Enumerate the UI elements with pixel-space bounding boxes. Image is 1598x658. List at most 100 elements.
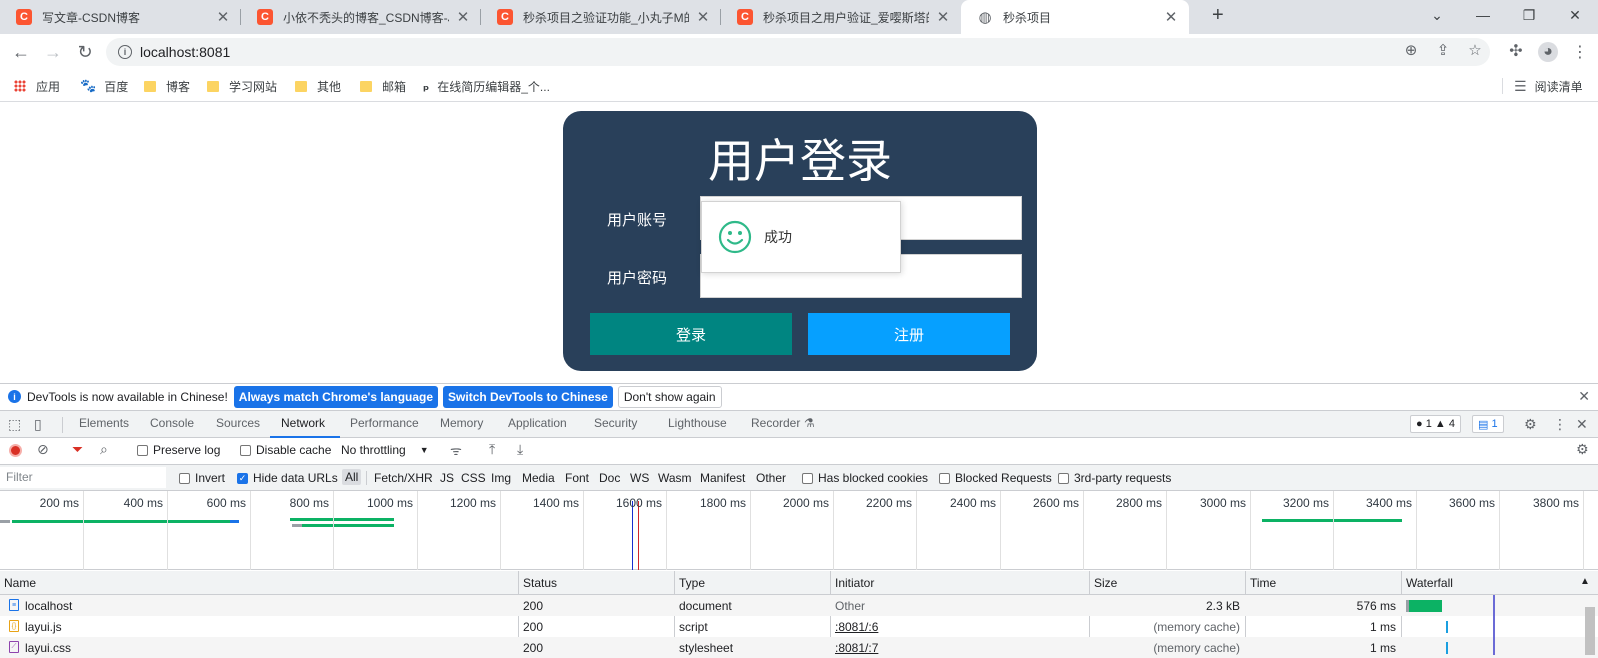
bookmark-baidu[interactable]: 🐾 百度 bbox=[80, 76, 128, 96]
tab-performance[interactable]: Performance bbox=[350, 416, 419, 430]
blocked-requests-checkbox[interactable]: Blocked Requests bbox=[939, 471, 1052, 485]
bookmark-star-icon[interactable]: ☆ bbox=[1465, 40, 1485, 60]
preserve-log-checkbox[interactable]: Preserve log bbox=[137, 443, 220, 457]
extensions-icon[interactable]: ✣ bbox=[1506, 41, 1526, 61]
close-tab-icon[interactable]: ✕ bbox=[935, 8, 951, 26]
site-info-icon[interactable]: i bbox=[118, 45, 132, 59]
invert-checkbox[interactable]: Invert bbox=[179, 471, 225, 485]
tab-search-icon[interactable]: ⌄ bbox=[1414, 0, 1460, 30]
table-row[interactable]: {} layui.js 200 script :8081/:6 (memory … bbox=[0, 616, 1598, 637]
throttling-select[interactable]: No throttling ▼ bbox=[341, 443, 429, 457]
cell-initiator[interactable]: :8081/:7 bbox=[835, 641, 878, 655]
tab-elements[interactable]: Elements bbox=[79, 416, 129, 430]
forward-icon[interactable]: → bbox=[41, 40, 65, 64]
browser-tab-1[interactable]: C 写文章-CSDN博客 ✕ bbox=[0, 0, 241, 34]
filter-type-img[interactable]: Img bbox=[491, 471, 511, 485]
column-time[interactable]: Time bbox=[1250, 576, 1276, 590]
tab-application[interactable]: Application bbox=[508, 416, 567, 430]
reload-icon[interactable]: ↻ bbox=[73, 40, 97, 64]
back-icon[interactable]: ← bbox=[9, 40, 33, 64]
browser-tab-3[interactable]: C 秒杀项目之验证功能_小丸子M的... ✕ bbox=[481, 0, 721, 34]
close-tab-icon[interactable]: ✕ bbox=[215, 8, 231, 26]
filter-type-css[interactable]: CSS bbox=[461, 471, 486, 485]
window-close-icon[interactable]: ✕ bbox=[1552, 0, 1598, 30]
profile-avatar-icon[interactable]: ◕ bbox=[1538, 42, 1558, 62]
tab-security[interactable]: Security bbox=[594, 416, 637, 430]
filter-type-other[interactable]: Other bbox=[756, 471, 786, 485]
address-bar[interactable]: i localhost:8081 bbox=[106, 38, 1490, 66]
messages-counter[interactable]: ▤ 1 bbox=[1472, 415, 1504, 433]
search-icon[interactable]: ⌕ bbox=[100, 441, 108, 458]
filter-type-manifest[interactable]: Manifest bbox=[700, 471, 745, 485]
column-initiator[interactable]: Initiator bbox=[835, 576, 874, 590]
devtools-close-icon[interactable]: ✕ bbox=[1576, 416, 1588, 433]
close-tab-icon[interactable]: ✕ bbox=[455, 8, 471, 26]
hide-data-urls-checkbox[interactable]: ✓ Hide data URLs bbox=[237, 471, 338, 485]
column-type[interactable]: Type bbox=[679, 576, 705, 590]
login-button[interactable]: 登录 bbox=[590, 313, 792, 355]
tab-network[interactable]: Network bbox=[281, 416, 325, 430]
minimize-icon[interactable]: — bbox=[1460, 0, 1506, 30]
export-har-icon[interactable]: ⤓ bbox=[517, 441, 523, 458]
filter-type-doc[interactable]: Doc bbox=[599, 471, 620, 485]
zoom-icon[interactable]: ⊕ bbox=[1401, 40, 1421, 60]
browser-tab-active[interactable]: ◍ 秒杀项目 ✕ bbox=[961, 0, 1189, 34]
more-menu-icon[interactable]: ⋮ bbox=[1570, 42, 1590, 62]
import-har-icon[interactable]: ⤒ bbox=[489, 441, 495, 458]
tab-sources[interactable]: Sources bbox=[216, 416, 260, 430]
browser-tab-4[interactable]: C 秒杀项目之用户验证_爱嘤斯塔的... ✕ bbox=[721, 0, 961, 34]
filter-type-media[interactable]: Media bbox=[522, 471, 555, 485]
settings-gear-icon[interactable]: ⚙ bbox=[1524, 416, 1537, 433]
restore-icon[interactable]: ❐ bbox=[1506, 0, 1552, 30]
browser-tab-2[interactable]: C 小依不秃头的博客_CSDN博客-J... ✕ bbox=[241, 0, 481, 34]
bookmark-apps[interactable]: 应用 bbox=[14, 76, 60, 96]
close-tab-icon[interactable]: ✕ bbox=[1163, 8, 1179, 26]
network-conditions-icon[interactable]: ᯤ bbox=[450, 441, 462, 459]
close-tab-icon[interactable]: ✕ bbox=[695, 8, 711, 26]
third-party-checkbox[interactable]: 3rd-party requests bbox=[1058, 471, 1171, 485]
dont-show-again-button[interactable]: Don't show again bbox=[617, 385, 722, 408]
switch-language-button[interactable]: Switch DevTools to Chinese bbox=[443, 385, 613, 408]
devtools-more-icon[interactable]: ⋮ bbox=[1553, 416, 1567, 433]
register-button[interactable]: 注册 bbox=[808, 313, 1010, 355]
device-toolbar-icon[interactable]: ▯ bbox=[34, 416, 42, 433]
filter-type-ws[interactable]: WS bbox=[630, 471, 649, 485]
filter-type-js[interactable]: JS bbox=[440, 471, 454, 485]
filter-type-font[interactable]: Font bbox=[565, 471, 589, 485]
bookmark-resume-editor[interactable]: ₚ 在线简历编辑器_个... bbox=[423, 76, 550, 96]
disable-cache-checkbox[interactable]: Disable cache bbox=[240, 443, 331, 457]
column-status[interactable]: Status bbox=[523, 576, 557, 590]
blocked-cookies-checkbox[interactable]: Has blocked cookies bbox=[802, 471, 928, 485]
reading-list-button[interactable]: ☰ 阅读清单 bbox=[1514, 76, 1583, 96]
filter-funnel-icon[interactable]: ⏷ bbox=[72, 441, 83, 458]
record-icon[interactable] bbox=[9, 444, 22, 457]
vertical-scrollbar[interactable] bbox=[1585, 607, 1595, 655]
network-overview-timeline[interactable]: 200 ms 400 ms 600 ms 800 ms 1000 ms 1200 ms 14… bbox=[0, 491, 1598, 570]
column-waterfall[interactable]: Waterfall bbox=[1406, 576, 1453, 590]
issues-counter[interactable]: ● 1 ▲ 4 bbox=[1410, 415, 1461, 433]
match-language-button[interactable]: Always match Chrome's language bbox=[233, 385, 439, 408]
sort-ascending-icon[interactable]: ▲ bbox=[1580, 576, 1590, 587]
clear-icon[interactable]: ⊘ bbox=[37, 441, 49, 458]
column-name[interactable]: Name bbox=[4, 576, 36, 590]
column-size[interactable]: Size bbox=[1094, 576, 1117, 590]
filter-type-fetch[interactable]: Fetch/XHR bbox=[374, 471, 433, 485]
tab-memory[interactable]: Memory bbox=[440, 416, 483, 430]
filter-type-wasm[interactable]: Wasm bbox=[658, 471, 692, 485]
bookmark-folder-other[interactable]: 其他 bbox=[295, 76, 341, 96]
inspect-element-icon[interactable]: ⬚ bbox=[8, 416, 21, 433]
bookmark-folder-mail[interactable]: 邮箱 bbox=[360, 76, 406, 96]
tab-lighthouse[interactable]: Lighthouse bbox=[668, 416, 727, 430]
bookmark-folder-study[interactable]: 学习网站 bbox=[207, 76, 277, 96]
filter-type-all[interactable]: All bbox=[342, 469, 362, 485]
filter-input[interactable]: Filter bbox=[0, 467, 166, 488]
tab-recorder[interactable]: Recorder bbox=[751, 416, 800, 430]
tab-console[interactable]: Console bbox=[150, 416, 194, 430]
infobar-close-icon[interactable]: ✕ bbox=[1578, 388, 1590, 405]
cell-initiator[interactable]: :8081/:6 bbox=[835, 620, 878, 634]
table-row[interactable]: ≡ localhost 200 document Other 2.3 kB 57… bbox=[0, 595, 1598, 616]
new-tab-icon[interactable]: + bbox=[1212, 4, 1224, 27]
bookmark-folder-blog[interactable]: 博客 bbox=[144, 76, 190, 96]
share-icon[interactable]: ⇪ bbox=[1433, 40, 1453, 60]
network-settings-icon[interactable]: ⚙ bbox=[1576, 441, 1589, 458]
